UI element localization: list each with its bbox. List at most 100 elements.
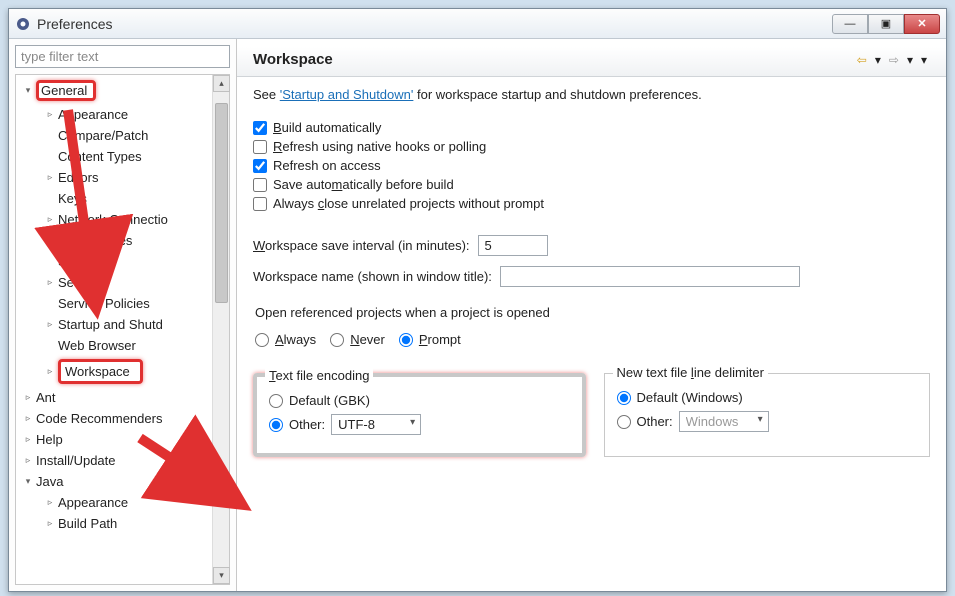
check-label: Always close unrelated projects without … xyxy=(273,196,544,211)
tree-contenttypes[interactable]: Content Types xyxy=(16,146,212,167)
encoding-group: Text file encoding Default (GBK) Other: xyxy=(253,373,586,457)
scroll-down-icon[interactable]: ▾ xyxy=(213,567,230,584)
description: See 'Startup and Shutdown' for workspace… xyxy=(253,87,930,102)
minimize-button[interactable]: — xyxy=(832,14,868,34)
tree-startup[interactable]: ▹Startup and Shutd xyxy=(16,314,212,335)
forward-icon[interactable]: ⇨ xyxy=(886,53,902,67)
radio-label: Default (Windows) xyxy=(637,390,743,405)
expander-icon: ▹ xyxy=(22,455,34,466)
nav-arrows: ⇦ ▾ ⇨ ▾ ▾ xyxy=(854,53,930,67)
tree-label: Keys xyxy=(58,191,87,206)
refproj-group: Open referenced projects when a project … xyxy=(253,297,930,357)
expander-icon: ▹ xyxy=(22,392,34,403)
desc-text: See xyxy=(253,87,280,102)
wsname-input[interactable] xyxy=(500,266,800,287)
delimiter-legend: New text file line delimiter xyxy=(613,365,768,380)
tree-scrollbar[interactable]: ▴ ▾ xyxy=(212,75,229,584)
refproj-caption: Open referenced projects when a project … xyxy=(255,305,928,320)
tree-install[interactable]: ▹Install/Update xyxy=(16,450,212,471)
expander-icon: ▹ xyxy=(44,319,56,330)
tree-webbrowser[interactable]: Web Browser xyxy=(16,335,212,356)
scroll-thumb[interactable] xyxy=(215,103,228,303)
refresh-access-checkbox[interactable] xyxy=(253,159,267,173)
page-title: Workspace xyxy=(253,51,854,68)
tree-java[interactable]: ▾Java xyxy=(16,471,212,492)
titlebar: Preferences — ▣ ✕ xyxy=(9,9,946,39)
encoding-default[interactable]: Default (GBK) xyxy=(269,393,570,408)
preference-tree[interactable]: ▾General ▹Appearance Compare/Patch Conte… xyxy=(16,75,212,584)
tree-compare[interactable]: Compare/Patch xyxy=(16,125,212,146)
refresh-hooks-checkbox[interactable] xyxy=(253,140,267,154)
tree-label: Editors xyxy=(58,170,98,185)
expander-icon: ▹ xyxy=(44,214,56,225)
save-before-checkbox[interactable] xyxy=(253,178,267,192)
back-icon[interactable]: ⇦ xyxy=(854,53,870,67)
tree-ant[interactable]: ▹Ant xyxy=(16,387,212,408)
tree-label: Ant xyxy=(36,390,56,405)
tree-label: Install/Update xyxy=(36,453,116,468)
window-controls: — ▣ ✕ xyxy=(832,14,940,34)
tree-label: Perspectives xyxy=(58,233,132,248)
delimiter-combo xyxy=(679,411,769,432)
preferences-window: Preferences — ▣ ✕ type filter text ▾Gene… xyxy=(8,8,947,592)
scroll-up-icon[interactable]: ▴ xyxy=(213,75,230,92)
delimiter-default[interactable]: Default (Windows) xyxy=(617,390,918,405)
tree-perspectives[interactable]: Perspectives xyxy=(16,230,212,251)
tree-label: Code Recommenders xyxy=(36,411,162,426)
tree-help[interactable]: ▹Help xyxy=(16,429,212,450)
close-button[interactable]: ✕ xyxy=(904,14,940,34)
wsname-label: Workspace name (shown in window title): xyxy=(253,269,492,284)
menu-icon[interactable]: ▾ xyxy=(918,53,930,67)
expander-icon: ▹ xyxy=(22,413,34,424)
refproj-never[interactable]: Never xyxy=(330,332,385,347)
tree-label: Network Connectio xyxy=(58,212,168,227)
tree-workspace[interactable]: ▹Workspace xyxy=(16,356,212,387)
forward-menu-icon[interactable]: ▾ xyxy=(904,53,916,67)
tree-coderec[interactable]: ▹Code Recommenders xyxy=(16,408,212,429)
tree-editors[interactable]: ▹Editors xyxy=(16,167,212,188)
maximize-button[interactable]: ▣ xyxy=(868,14,904,34)
tree-label: Appearance xyxy=(58,495,128,510)
tree-label: General xyxy=(36,80,96,101)
tree-label: Content Types xyxy=(58,149,142,164)
tree-network[interactable]: ▹Network Connectio xyxy=(16,209,212,230)
interval-input[interactable] xyxy=(478,235,548,256)
delimiter-other[interactable]: Other: xyxy=(617,411,918,432)
expander-icon: ▾ xyxy=(22,476,34,487)
tree-label: Workspace xyxy=(58,359,143,384)
tree-general[interactable]: ▾General xyxy=(16,77,212,104)
tree-security[interactable]: ▹Security xyxy=(16,272,212,293)
filter-input[interactable]: type filter text xyxy=(15,45,230,68)
tree-label: Web Browser xyxy=(58,338,136,353)
interval-label: Workspace save interval (in minutes): xyxy=(253,238,470,253)
tree-container: ▾General ▹Appearance Compare/Patch Conte… xyxy=(15,74,230,585)
build-auto-checkbox[interactable] xyxy=(253,121,267,135)
tree-keys[interactable]: Keys xyxy=(16,188,212,209)
tree-label: Startup and Shutd xyxy=(58,317,163,332)
check-label: Save automatically before build xyxy=(273,177,454,192)
radio-label: Other: xyxy=(289,417,325,432)
tree-label: Security xyxy=(58,275,105,290)
refproj-prompt[interactable]: Prompt xyxy=(399,332,461,347)
tree-appearance[interactable]: ▹Appearance xyxy=(16,104,212,125)
encoding-combo[interactable] xyxy=(331,414,421,435)
check-label: Build automatically xyxy=(273,120,381,135)
expander-icon: ▹ xyxy=(44,497,56,508)
tree-label: Help xyxy=(36,432,63,447)
startup-shutdown-link[interactable]: 'Startup and Shutdown' xyxy=(280,87,414,102)
expander-icon: ▹ xyxy=(44,518,56,529)
close-unrelated-checkbox[interactable] xyxy=(253,197,267,211)
check-label: Refresh using native hooks or polling xyxy=(273,139,486,154)
tree-label: Service Policies xyxy=(58,296,150,311)
sidebar: type filter text ▾General ▹Appearance Co… xyxy=(9,39,237,591)
refproj-always[interactable]: Always xyxy=(255,332,316,347)
back-menu-icon[interactable]: ▾ xyxy=(872,53,884,67)
tree-search[interactable]: Search xyxy=(16,251,212,272)
main-panel: Workspace ⇦ ▾ ⇨ ▾ ▾ See 'Startup and Shu… xyxy=(237,39,946,591)
tree-servicepolicies[interactable]: Service Policies xyxy=(16,293,212,314)
encoding-legend: Text file encoding xyxy=(265,368,373,383)
tree-java-appearance[interactable]: ▹Appearance xyxy=(16,492,212,513)
encoding-other[interactable]: Other: xyxy=(269,414,570,435)
expander-icon: ▹ xyxy=(44,277,56,288)
tree-buildpath[interactable]: ▹Build Path xyxy=(16,513,212,534)
